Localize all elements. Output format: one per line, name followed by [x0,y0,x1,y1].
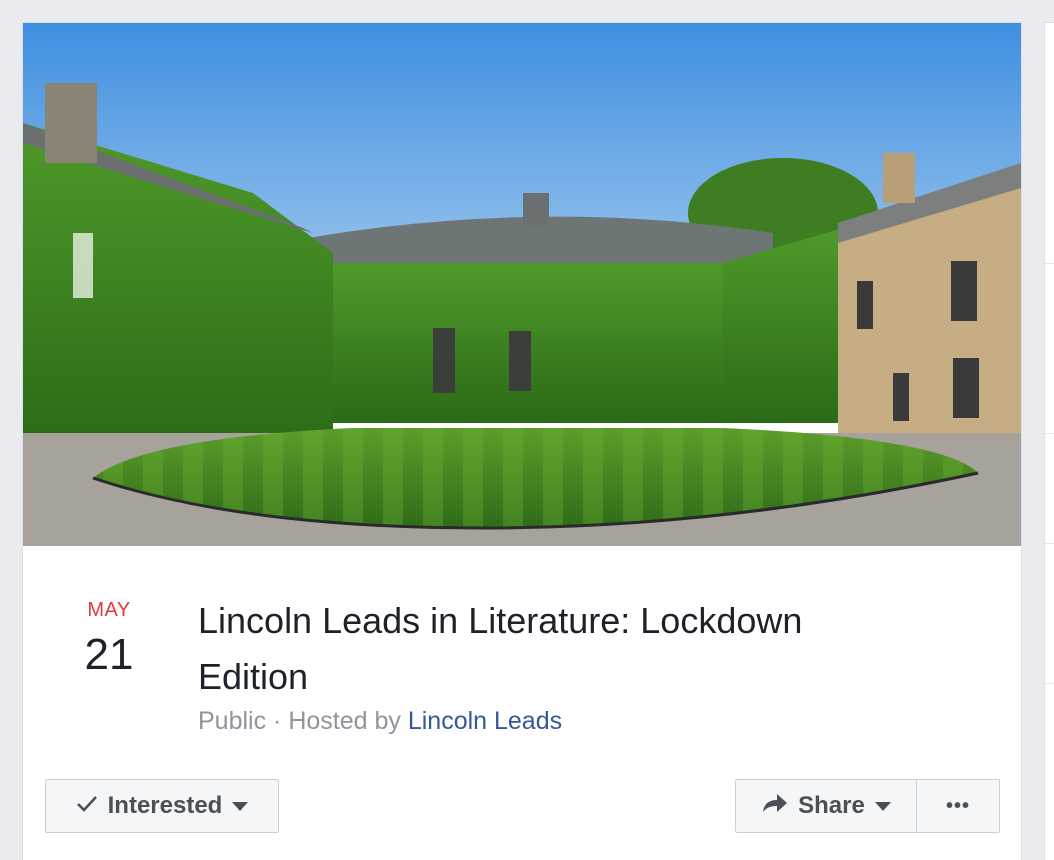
hosted-by-label: Hosted by [288,707,408,735]
event-title[interactable]: Lincoln Leads in Literature: Lockdown Ed… [198,593,898,705]
page: MAY 21 Lincoln Leads in Literature: Lock… [0,0,1054,860]
divider [1045,263,1054,264]
interested-label: Interested [107,792,223,819]
event-date-day: 21 [84,630,134,679]
share-label: Share [798,792,865,819]
event-card: MAY 21 Lincoln Leads in Literature: Lock… [22,22,1022,860]
right-column-card [1044,22,1054,860]
event-privacy: Public [198,707,267,735]
chevron-down-icon [874,801,891,811]
more-options-icon: ••• [945,794,970,817]
divider [1045,683,1054,684]
share-button[interactable]: Share [735,779,917,833]
event-cover-photo[interactable] [23,23,1021,546]
share-arrow-icon [762,792,788,820]
event-date-month: MAY [87,599,131,621]
divider [1045,433,1054,434]
divider [1045,543,1054,544]
meta-separator: · [266,707,289,735]
chevron-down-icon [232,801,249,811]
interested-button[interactable]: Interested [45,779,279,833]
more-options-button[interactable]: ••• [916,779,1000,833]
checkmark-icon [76,792,98,820]
event-meta: Public · Hosted by Lincoln Leads [198,706,562,736]
host-link[interactable]: Lincoln Leads [408,707,562,735]
